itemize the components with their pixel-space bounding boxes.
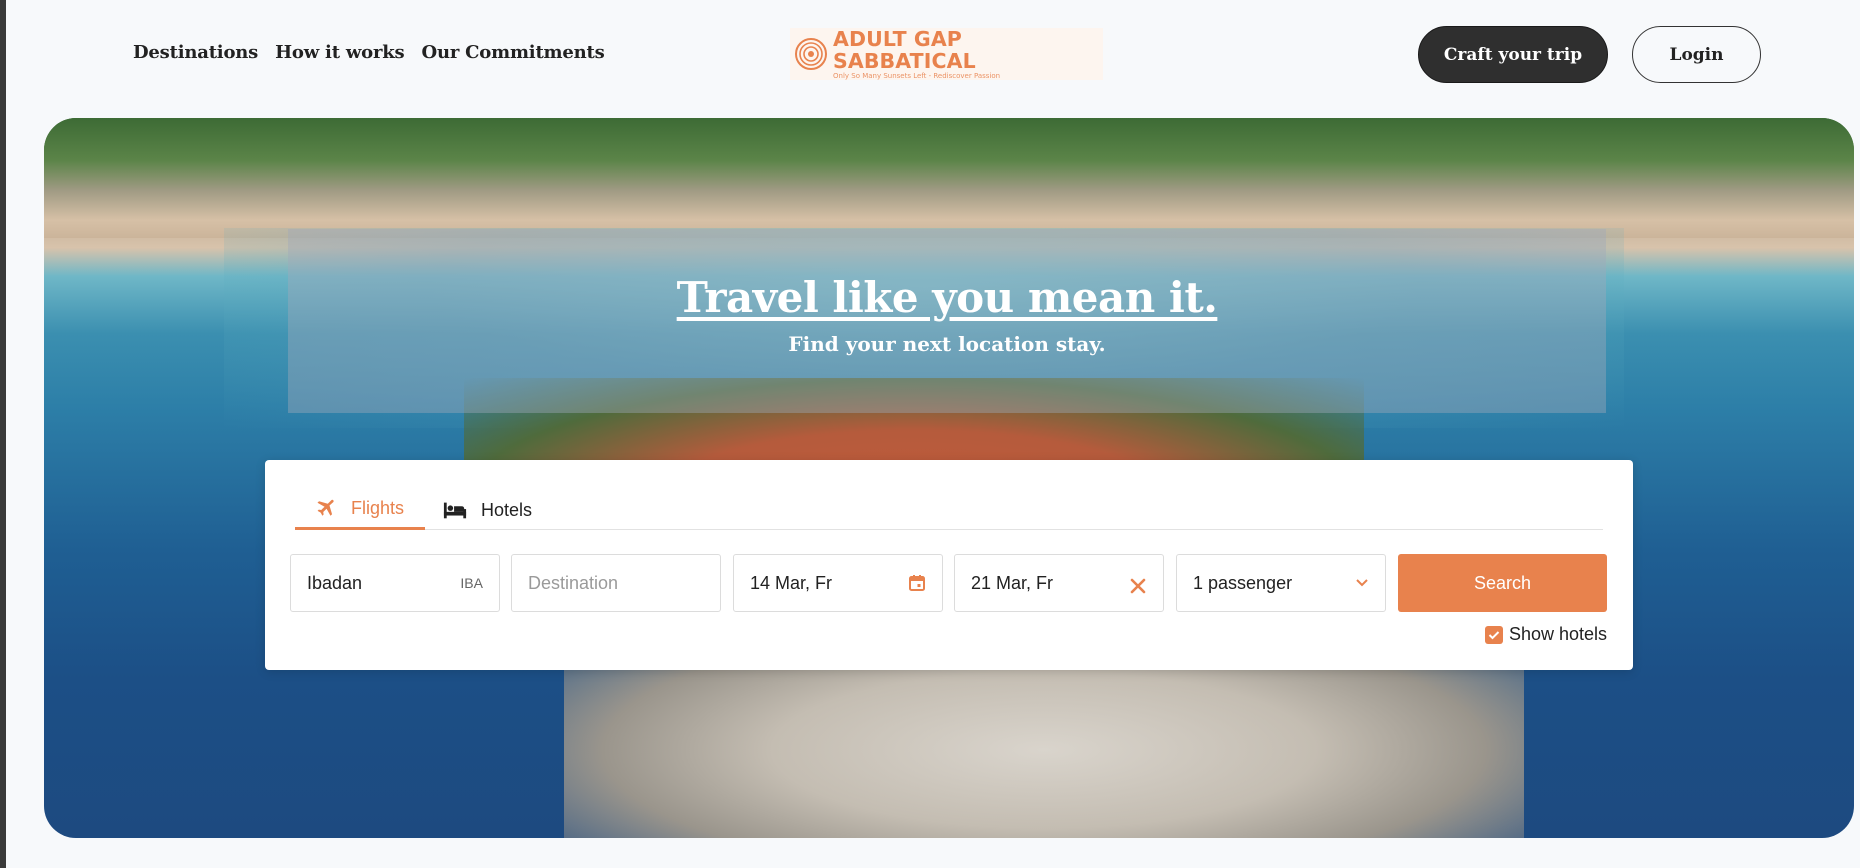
depart-date-field[interactable]: 14 Mar, Fr: [733, 554, 943, 612]
origin-value: Ibadan: [307, 572, 363, 593]
window-edge: [0, 0, 6, 868]
destination-placeholder: Destination: [528, 572, 619, 593]
brand-tagline: Only So Many Sunsets Left - Rediscover P…: [833, 71, 1001, 80]
hero-rocks-image: [564, 658, 1524, 838]
tab-hotels[interactable]: Hotels: [443, 490, 532, 530]
calendar-icon[interactable]: [908, 574, 926, 592]
sun-logo-icon: [795, 38, 827, 70]
show-hotels-toggle[interactable]: Show hotels: [1485, 624, 1607, 645]
bed-icon: [443, 502, 467, 519]
hero-headline-box: Travel like you mean it. Find your next …: [288, 229, 1606, 413]
origin-field[interactable]: Ibadan IBA: [290, 554, 500, 612]
search-card: Flights Hotels Ibadan IBA Destination 14…: [265, 460, 1633, 670]
passenger-select[interactable]: 1 passenger: [1176, 554, 1386, 612]
check-icon: [1488, 630, 1500, 639]
brand-logo[interactable]: ADULT GAP SABBATICAL Only So Many Sunset…: [790, 28, 1103, 80]
return-date-field[interactable]: 21 Mar, Fr: [954, 554, 1164, 612]
chevron-down-icon: [1356, 579, 1368, 587]
airplane-icon: [317, 499, 334, 516]
nav-our-commitments[interactable]: Our Commitments: [421, 42, 604, 63]
close-icon[interactable]: [1129, 577, 1147, 595]
show-hotels-label: Show hotels: [1509, 624, 1608, 644]
hero-coastline-image: [44, 118, 1854, 238]
destination-field[interactable]: Destination: [511, 554, 721, 612]
search-button[interactable]: Search: [1398, 554, 1607, 612]
origin-code: IBA: [460, 575, 483, 591]
nav-how-it-works[interactable]: How it works: [275, 42, 405, 63]
craft-your-trip-button[interactable]: Craft your trip: [1418, 26, 1608, 83]
tab-hotels-label: Hotels: [481, 499, 533, 520]
return-date-value: 21 Mar, Fr: [971, 572, 1054, 593]
search-tabs: Flights Hotels: [295, 490, 1603, 530]
hero-headline[interactable]: Travel like you mean it.: [288, 273, 1606, 322]
tab-flights-label: Flights: [351, 498, 405, 518]
depart-date-value: 14 Mar, Fr: [750, 572, 833, 593]
passenger-value: 1 passenger: [1193, 572, 1293, 593]
brand-name: ADULT GAP SABBATICAL: [833, 26, 976, 73]
tab-flights[interactable]: Flights: [295, 490, 425, 530]
main-nav: Destinations How it works Our Commitment…: [133, 42, 605, 63]
hero-subheadline: Find your next location stay.: [788, 332, 1106, 356]
show-hotels-checkbox[interactable]: [1485, 625, 1503, 644]
nav-destinations[interactable]: Destinations: [133, 42, 258, 63]
login-button[interactable]: Login: [1632, 26, 1761, 83]
